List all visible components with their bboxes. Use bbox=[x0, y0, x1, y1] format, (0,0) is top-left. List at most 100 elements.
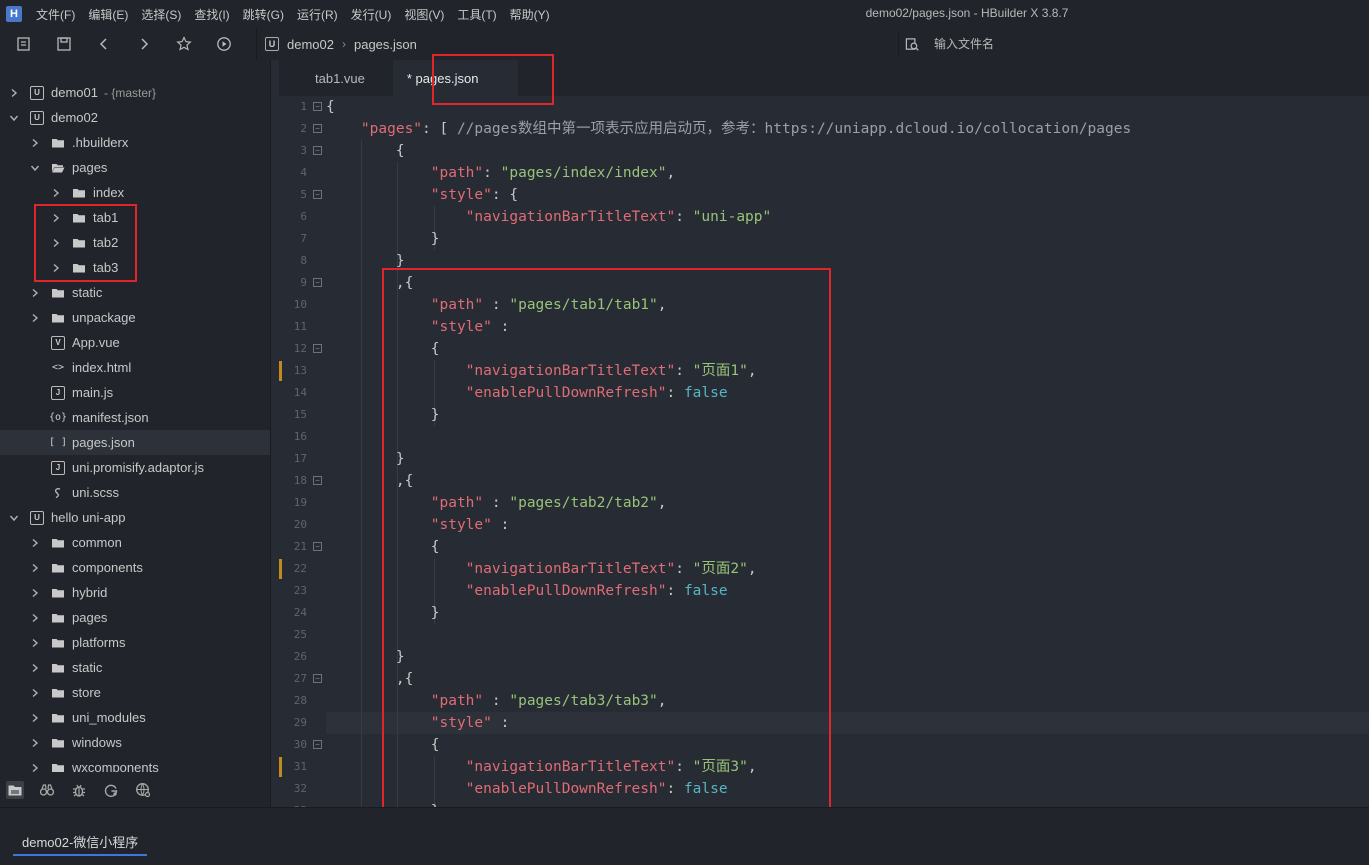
new-file-button[interactable] bbox=[14, 34, 34, 54]
folder-icon bbox=[51, 286, 65, 300]
git-button[interactable] bbox=[102, 781, 120, 799]
line-number-gutter: 1−2−3−4 5−6 7 8 9−10 11 12−13 14 15 16 17 18−19 20 21… bbox=[279, 96, 326, 807]
menu-item[interactable]: 工具(T) bbox=[457, 6, 496, 23]
tree-item-label: uni.promisify.adaptor.js bbox=[72, 460, 204, 475]
file-tree-icon bbox=[8, 785, 22, 795]
annotation-box-tab-folders bbox=[34, 204, 137, 282]
tree-item[interactable]: Uhello uni-app bbox=[0, 505, 270, 530]
tree-item[interactable]: uni_modules bbox=[0, 705, 270, 730]
folder-open-icon bbox=[51, 161, 65, 175]
tree-item[interactable]: index bbox=[0, 180, 270, 205]
modified-line-marker bbox=[279, 361, 282, 381]
code-punct bbox=[326, 187, 431, 203]
fold-toggle-icon[interactable]: − bbox=[313, 124, 322, 133]
tree-item-label: pages bbox=[72, 610, 108, 625]
fold-toggle-icon[interactable]: − bbox=[313, 146, 322, 155]
fold-toggle-icon[interactable]: − bbox=[313, 278, 322, 287]
project-icon: U bbox=[30, 110, 44, 125]
tree-item[interactable]: Udemo02 bbox=[0, 105, 270, 130]
chevron-right-icon bbox=[29, 637, 41, 649]
tree-item[interactable]: uni.scss bbox=[0, 480, 270, 505]
tree-item-label: uni.scss bbox=[72, 485, 119, 500]
tree-item[interactable]: platforms bbox=[0, 630, 270, 655]
folder-icon bbox=[51, 711, 65, 725]
line-number: 15 bbox=[293, 408, 307, 421]
tree-item[interactable]: Juni.promisify.adaptor.js bbox=[0, 455, 270, 480]
code-punct: : { bbox=[491, 187, 519, 203]
tree-item[interactable]: [ ] pages.json bbox=[0, 430, 270, 455]
line-number: 14 bbox=[293, 386, 307, 399]
menu-item[interactable]: 视图(V) bbox=[404, 6, 444, 23]
tree-item-label: manifest.json bbox=[72, 410, 149, 425]
code-punct: } bbox=[326, 253, 405, 269]
menu-items: 文件(F) 编辑(E) 选择(S) 查找(I) 跳转(G) 运行(R) 发行(U) 视图(V)… bbox=[36, 6, 563, 23]
tree-item[interactable]: static bbox=[0, 280, 270, 305]
chevron-right-icon bbox=[29, 137, 41, 149]
run-button[interactable] bbox=[214, 34, 234, 54]
html-file-icon: <> bbox=[51, 362, 65, 373]
tree-item[interactable]: hybrid bbox=[0, 580, 270, 605]
tree-item[interactable]: {o} manifest.json bbox=[0, 405, 270, 430]
tree-item[interactable]: unpackage bbox=[0, 305, 270, 330]
menu-item[interactable]: 选择(S) bbox=[141, 6, 181, 23]
tree-item[interactable]: components bbox=[0, 555, 270, 580]
menu-item[interactable]: 运行(R) bbox=[297, 6, 338, 23]
line-number: 19 bbox=[293, 496, 307, 509]
bug-icon bbox=[73, 784, 85, 797]
tree-item[interactable]: V App.vue bbox=[0, 330, 270, 355]
binoculars-button[interactable] bbox=[38, 781, 56, 799]
tree-item[interactable]: Udemo01 - {master} bbox=[0, 80, 270, 105]
tree-item[interactable]: pages bbox=[0, 155, 270, 180]
debug-button[interactable] bbox=[70, 781, 88, 799]
fold-toggle-icon[interactable]: − bbox=[313, 344, 322, 353]
tree-item[interactable]: static bbox=[0, 655, 270, 680]
file-tree-button[interactable] bbox=[6, 780, 24, 799]
folder-icon bbox=[51, 736, 65, 750]
fold-toggle-icon[interactable]: − bbox=[313, 674, 322, 683]
tree-item[interactable]: windows bbox=[0, 730, 270, 755]
fold-toggle-icon[interactable]: − bbox=[313, 102, 322, 111]
console-panel: demo02-微信小程序 bbox=[0, 807, 1369, 865]
fold-toggle-icon[interactable]: − bbox=[313, 476, 322, 485]
fold-toggle-icon[interactable]: − bbox=[313, 190, 322, 199]
menu-item[interactable]: 编辑(E) bbox=[88, 6, 128, 23]
json-key: "path" bbox=[430, 165, 484, 181]
save-button[interactable] bbox=[54, 34, 74, 54]
line-number: 3 bbox=[300, 144, 307, 157]
menu-item[interactable]: 帮助(Y) bbox=[510, 6, 550, 23]
json-key: "navigationBarTitleText" bbox=[465, 209, 676, 225]
tree-item[interactable]: common bbox=[0, 530, 270, 555]
fold-toggle-icon[interactable]: − bbox=[313, 542, 322, 551]
forward-button[interactable] bbox=[134, 34, 154, 54]
tree-item[interactable]: pages bbox=[0, 605, 270, 630]
breadcrumb-project[interactable]: demo02 bbox=[287, 37, 334, 52]
console-tab[interactable]: demo02-微信小程序 bbox=[13, 828, 148, 856]
menu-item[interactable]: 文件(F) bbox=[36, 6, 75, 23]
folder-icon bbox=[51, 586, 65, 600]
chevron-right-icon bbox=[29, 712, 41, 724]
file-search-input[interactable] bbox=[934, 37, 1234, 51]
git-branch-label: - {master} bbox=[103, 85, 157, 100]
menu-item[interactable]: 发行(U) bbox=[351, 6, 392, 23]
code-line: { bbox=[326, 96, 335, 118]
code-punct bbox=[326, 121, 361, 137]
tab-tab1-vue[interactable]: tab1.vue bbox=[279, 60, 393, 96]
fold-toggle-icon[interactable]: − bbox=[313, 740, 322, 749]
project-icon: U bbox=[30, 510, 44, 525]
plugin-button[interactable] bbox=[134, 781, 152, 799]
tree-item-label: App.vue bbox=[72, 335, 120, 350]
tree-item[interactable]: .hbuilderx bbox=[0, 130, 270, 155]
tree-item[interactable]: <> index.html bbox=[0, 355, 270, 380]
breadcrumb-file[interactable]: pages.json bbox=[354, 37, 417, 52]
line-number: 1 bbox=[300, 100, 307, 113]
favorite-button[interactable] bbox=[174, 34, 194, 54]
tree-item[interactable]: Jmain.js bbox=[0, 380, 270, 405]
line-number: 21 bbox=[293, 540, 307, 553]
menu-item[interactable]: 查找(I) bbox=[194, 6, 229, 23]
line-number: 18 bbox=[293, 474, 307, 487]
line-number: 16 bbox=[293, 430, 307, 443]
tree-item[interactable]: store bbox=[0, 680, 270, 705]
menu-item[interactable]: 跳转(G) bbox=[243, 6, 284, 23]
tree-item-label: .hbuilderx bbox=[72, 135, 129, 150]
back-button[interactable] bbox=[94, 34, 114, 54]
